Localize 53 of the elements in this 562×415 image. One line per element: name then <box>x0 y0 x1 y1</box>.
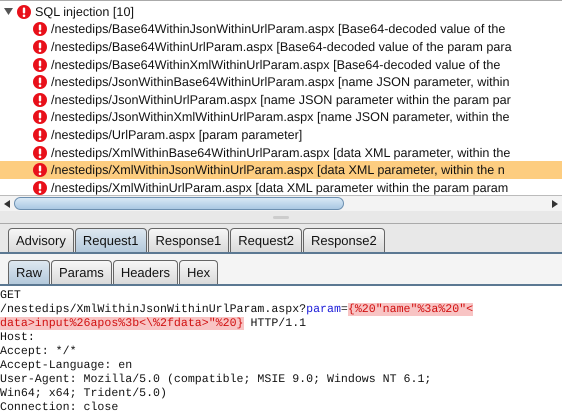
request-line: GET <box>0 289 22 304</box>
error-icon <box>33 22 47 36</box>
request-line: User-Agent: Mozilla/5.0 (compatible; MSIE 9.0; Windows NT 6.1; <box>0 373 432 388</box>
tab[interactable]: Request2 <box>230 228 302 252</box>
tree-item-label: /nestedips/UrlParam.aspx [param parameter] <box>51 128 302 142</box>
error-icon <box>33 58 47 72</box>
tree-item-label: /nestedips/XmlWithinJsonWithinUrlParam.aspx [data XML parameter, within the n <box>51 163 505 178</box>
tree-item-label: /nestedips/JsonWithinBase64WithinUrlParam.aspx [name JSON parameter, within <box>51 75 510 90</box>
error-icon <box>33 110 47 124</box>
error-icon <box>33 92 47 107</box>
tree-item-row[interactable]: /nestedips/JsonWithinUrlParam.aspx [name JSON parameter within the param par <box>0 90 562 109</box>
tab[interactable]: Advisory <box>8 228 74 252</box>
request-line: Connection: close <box>0 401 120 415</box>
request-line: data>input%26apos%3b<\%2fdata>"%20} HTTP/1.1 <box>0 317 308 332</box>
request-line: /nestedips/XmlWithinJsonWithinUrlParam.aspx?param={%20"name"%3a%20"< <box>0 303 474 318</box>
tab[interactable]: Request1 <box>74 228 147 252</box>
horizontal-scrollbar[interactable] <box>0 194 562 212</box>
request-line: Accept-Language: en <box>0 359 134 374</box>
error-icon <box>33 163 47 178</box>
tab[interactable]: Hex <box>178 260 218 284</box>
tree-item-label: /nestedips/JsonWithinXmlWithinUrlParam.aspx [name JSON parameter, within the <box>51 110 510 124</box>
tree-item-label: /nestedips/XmlWithinUrlParam.aspx [data XML parameter within the param param <box>51 180 508 195</box>
tab[interactable]: Params <box>51 260 112 284</box>
scrollbar-thumb[interactable] <box>14 197 344 210</box>
error-icon <box>33 75 47 90</box>
tree-item-row[interactable]: /nestedips/Base64WithinUrlParam.aspx [Base64-decoded value of the param para <box>0 38 562 56</box>
tree-item-row[interactable]: /nestedips/UrlParam.aspx [param parameter] <box>0 126 562 144</box>
tree-item[interactable]: SQL injection [10] <box>35 4 134 19</box>
error-icon <box>33 40 47 54</box>
error-icon <box>17 4 31 19</box>
tab[interactable]: Response1 <box>148 228 230 252</box>
request-line: Host: <box>0 331 36 346</box>
tab[interactable]: Response2 <box>302 228 385 252</box>
tree-item-label: /nestedips/XmlWithinBase64WithinUrlParam.aspx [data XML parameter, within the <box>51 146 510 160</box>
error-icon <box>33 128 47 142</box>
tree-item-label: /nestedips/JsonWithinUrlParam.aspx [name JSON parameter within the param par <box>51 92 511 107</box>
tree-item-row[interactable]: /nestedips/XmlWithinJsonWithinUrlParam.aspx [data XML parameter, within the n <box>0 161 562 179</box>
request-line: Accept: */* <box>0 345 78 360</box>
tree-item-row[interactable]: /nestedips/XmlWithinBase64WithinUrlParam.aspx [data XML parameter, within the <box>0 144 562 162</box>
error-icon <box>33 146 47 160</box>
expanded-triangle-icon[interactable] <box>4 7 13 16</box>
tree-item-label: /nestedips/Base64WithinXmlWithinUrlParam.aspx [Base64-decoded value of the <box>51 58 500 72</box>
tab[interactable]: Raw <box>8 260 50 284</box>
tab[interactable]: Headers <box>112 260 178 284</box>
tree-item-label: /nestedips/Base64WithinUrlParam.aspx [Base64-decoded value of the param para <box>51 40 512 54</box>
request-line: Win64; x64; Trident/5.0) <box>0 387 168 402</box>
tree-item-row[interactable]: /nestedips/Base64WithinXmlWithinUrlParam.aspx [Base64-decoded value of the <box>0 56 562 74</box>
tree-item-row[interactable]: /nestedips/JsonWithinXmlWithinUrlParam.aspx [name JSON parameter, within the <box>0 108 562 126</box>
tree-item-row[interactable]: /nestedips/Base64WithinJsonWithinUrlParam.aspx [Base64-decoded value of the <box>0 20 562 38</box>
tree-item-row[interactable]: /nestedips/XmlWithinUrlParam.aspx [data XML parameter within the param param <box>0 178 562 195</box>
tree-item-row[interactable]: /nestedips/JsonWithinBase64WithinUrlParam.aspx [name JSON parameter, within <box>0 73 562 91</box>
tree-item-label: /nestedips/Base64WithinJsonWithinUrlParam.aspx [Base64-decoded value of the <box>51 22 506 36</box>
request-editor[interactable] <box>0 286 562 415</box>
